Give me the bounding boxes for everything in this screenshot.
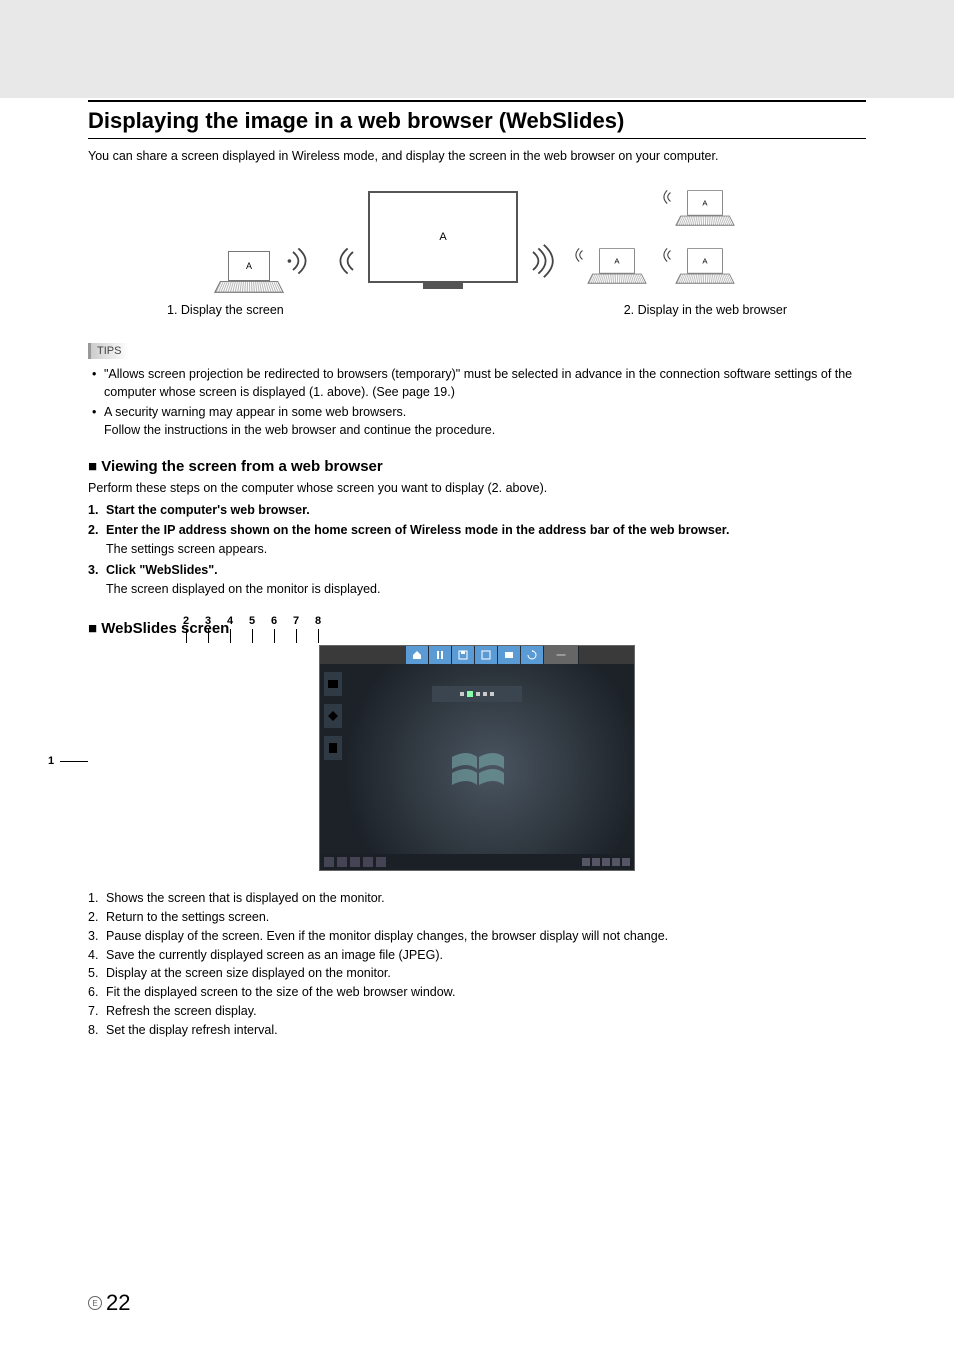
subheading-viewing: Viewing the screen from a web browser — [88, 458, 866, 475]
page-number: 22 — [106, 1290, 130, 1316]
tip-item: "Allows screen projection be redirected … — [88, 365, 866, 401]
broadcast-out-icon — [524, 241, 560, 281]
diagram: A A — [88, 177, 866, 341]
page: Displaying the image in a web browser (W… — [0, 0, 954, 1350]
wireless-in-icon — [326, 241, 362, 281]
laptop-source: A — [220, 251, 278, 293]
legend-item: Set the display refresh interval. — [88, 1021, 866, 1040]
legend-item: Display at the screen size displayed on … — [88, 964, 866, 983]
monitor: A — [368, 191, 518, 283]
legend-item: Return to the settings screen. — [88, 908, 866, 927]
diagram-caption-right: 2. Display in the web browser — [624, 303, 787, 317]
tool-pause-icon — [429, 646, 451, 664]
tool-actual-size-icon — [475, 646, 497, 664]
os-logo-icon — [447, 745, 507, 795]
tool-refresh-icon — [521, 646, 543, 664]
step-item: Start the computer's web browser. — [88, 501, 866, 520]
screenshot-figure: 2 3 4 5 6 7 8 1 — [88, 645, 866, 871]
content-area: Displaying the image in a web browser (W… — [0, 100, 954, 1039]
tool-home-icon — [406, 646, 428, 664]
receive-icon — [566, 235, 588, 275]
taskbar — [320, 854, 634, 870]
receive-icon — [654, 235, 676, 275]
sidebar-icon — [324, 736, 342, 760]
laptop-client: A — [680, 248, 729, 284]
callouts-top: 2 3 4 5 6 7 8 — [181, 615, 323, 643]
receive-icon — [654, 177, 676, 217]
tips-list: "Allows screen projection be redirected … — [88, 365, 866, 440]
webslides-screenshot — [319, 645, 635, 871]
step-item: Click "WebSlides".The screen displayed o… — [88, 561, 866, 599]
legend-list: Shows the screen that is displayed on th… — [88, 889, 866, 1039]
sidebar-icon — [324, 704, 342, 728]
center-widget — [432, 686, 522, 702]
laptop-client: A — [680, 190, 729, 226]
step-item: Enter the IP address shown on the home s… — [88, 521, 866, 559]
subhead1-intro: Perform these steps on the computer whos… — [88, 479, 866, 497]
diagram-caption-left: 1. Display the screen — [167, 303, 284, 317]
laptop-cluster: A A A — [566, 177, 734, 287]
tool-fit-icon — [498, 646, 520, 664]
tool-interval-icon — [544, 646, 578, 664]
legend-item: Fit the displayed screen to the size of … — [88, 983, 866, 1002]
intro-text: You can share a screen displayed in Wire… — [88, 149, 866, 163]
legend-item: Shows the screen that is displayed on th… — [88, 889, 866, 908]
tip-item: A security warning may appear in some we… — [88, 403, 866, 439]
section-title: Displaying the image in a web browser (W… — [88, 102, 866, 139]
steps-list: Start the computer's web browser. Enter … — [88, 501, 866, 599]
callout-left: 1 — [48, 755, 88, 767]
sidebar-icon — [324, 672, 342, 696]
legend-item: Refresh the screen display. — [88, 1002, 866, 1021]
laptop-client: A — [592, 248, 641, 284]
wireless-out-icon — [284, 241, 320, 281]
tips-label: TIPS — [88, 343, 129, 359]
edition-marker: E — [88, 1296, 102, 1310]
page-footer: E 22 — [88, 1290, 130, 1316]
tool-save-icon — [452, 646, 474, 664]
header-band — [0, 0, 954, 98]
legend-item: Save the currently displayed screen as a… — [88, 946, 866, 965]
legend-item: Pause display of the screen. Even if the… — [88, 927, 866, 946]
